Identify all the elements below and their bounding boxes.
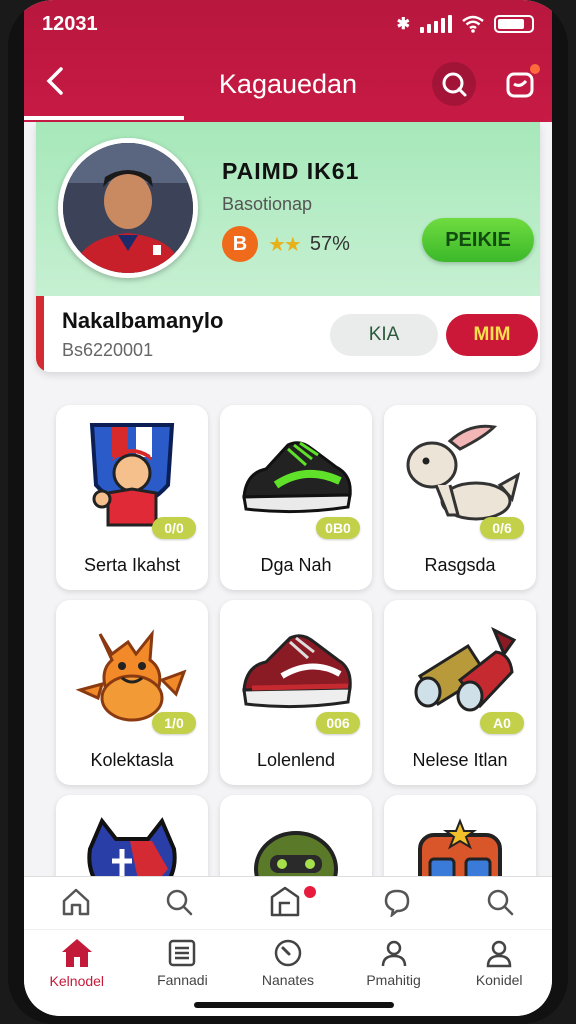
quick-actions-row xyxy=(24,877,552,927)
phone-frame: 12031 ✱ Kagauedan PAIMD IK61 Basotionap … xyxy=(8,0,568,1024)
app-screen: 12031 ✱ Kagauedan PAIMD IK61 Basotionap … xyxy=(24,0,552,1016)
tab-gauge[interactable]: Nanates xyxy=(243,938,333,988)
profile-icon xyxy=(486,940,512,967)
profile-card: PAIMD IK61 Basotionap B ★★ 57% PEIKIE Na… xyxy=(36,122,540,372)
player-subtitle: Basotionap xyxy=(222,194,313,214)
player-name: PAIMD IK61 xyxy=(222,158,360,184)
item-badge: 006 xyxy=(316,712,360,734)
shop-button[interactable] xyxy=(268,882,316,922)
profile-handle: Nakalbamanylo xyxy=(62,308,224,333)
search-button[interactable] xyxy=(432,62,476,106)
item-label: Nelese Itlan xyxy=(412,750,508,770)
item-card[interactable]: 0B0 Dga Nah xyxy=(220,405,372,590)
item-label: Serta Ikahst xyxy=(83,555,181,575)
status-time: 12031 xyxy=(42,12,98,35)
profile-id: Bs6220001 xyxy=(62,340,154,360)
bag-icon xyxy=(506,72,534,98)
secondary-button[interactable]: KIA xyxy=(330,314,438,356)
item-label: Lolenlend xyxy=(256,750,336,770)
bluetooth-icon: ✱ xyxy=(396,16,410,33)
chat-bubble-icon[interactable] xyxy=(382,887,412,917)
search-alt-icon[interactable] xyxy=(485,887,515,917)
tab-label: Konidel xyxy=(475,971,523,988)
battery-icon xyxy=(494,15,534,33)
notifications-button[interactable] xyxy=(498,62,542,106)
item-badge: A0 xyxy=(480,712,524,734)
tab-label: Fannadi xyxy=(157,971,208,988)
item-badge: 1/0 xyxy=(152,712,196,734)
notification-dot xyxy=(530,64,540,74)
user-icon xyxy=(381,940,406,966)
signal-icon xyxy=(420,15,452,33)
profile-details: Nakalbamanylo Bs6220001 KIA MIM xyxy=(36,296,540,372)
nav-bar: Kagauedan xyxy=(24,58,552,110)
bottom-tab-bar: Kelnodel Fannadi Nanates Pmahitig Konide… xyxy=(24,876,552,1016)
item-card[interactable]: 0/0 Serta Ikahst xyxy=(56,405,208,590)
home-indicator xyxy=(194,1002,394,1008)
item-label: Rasgsda xyxy=(424,555,496,575)
item-card[interactable]: 1/0 Kolektasla xyxy=(56,600,208,785)
tab-indicator xyxy=(24,116,184,120)
item-label: Dga Nah xyxy=(260,555,332,575)
red-action-button[interactable]: MIM xyxy=(446,314,538,356)
home-outline-icon[interactable] xyxy=(61,887,91,917)
item-badge: 0/0 xyxy=(152,517,196,539)
item-label: Kolektasla xyxy=(90,750,174,770)
app-header: 12031 ✱ Kagauedan xyxy=(24,0,552,122)
main-tabs-row: Kelnodel Fannadi Nanates Pmahitig Konide… xyxy=(24,929,552,995)
tab-label: Pmahitig xyxy=(366,971,421,988)
search-icon xyxy=(442,72,467,97)
profile-banner: PAIMD IK61 Basotionap B ★★ 57% PEIKIE xyxy=(36,122,540,296)
star-icon: ★★ xyxy=(268,233,302,256)
tab-home[interactable]: Kelnodel xyxy=(32,937,122,989)
tab-label: Nanates xyxy=(261,971,315,988)
item-badge: 0/6 xyxy=(480,517,524,539)
item-card[interactable]: A0 Nelese Itlan xyxy=(384,600,536,785)
player-photo xyxy=(63,143,193,273)
status-bar: 12031 ✱ xyxy=(42,12,534,36)
item-card[interactable]: 0/6 Rasgsda xyxy=(384,405,536,590)
tab-profile[interactable]: Konidel xyxy=(454,938,544,988)
tab-label: Kelnodel xyxy=(49,972,105,989)
list-icon xyxy=(169,939,196,966)
rating-value: 57% xyxy=(309,232,350,255)
tab-user[interactable]: Pmahitig xyxy=(349,938,439,988)
item-card[interactable]: 006 Lolenlend xyxy=(220,600,372,785)
item-badge: 0B0 xyxy=(316,517,360,539)
wifi-icon xyxy=(462,15,484,33)
badge-dot xyxy=(303,886,316,898)
gauge-icon xyxy=(274,939,302,966)
primary-action-button[interactable]: PEIKIE xyxy=(422,218,534,262)
search-outline-icon[interactable] xyxy=(164,887,194,917)
avatar[interactable] xyxy=(58,138,198,278)
player-rating: B ★★ 57% xyxy=(222,226,350,262)
tab-list[interactable]: Fannadi xyxy=(137,938,227,988)
coin-icon: B xyxy=(222,226,258,262)
home-icon xyxy=(61,938,92,967)
shop-box-icon xyxy=(270,886,300,917)
